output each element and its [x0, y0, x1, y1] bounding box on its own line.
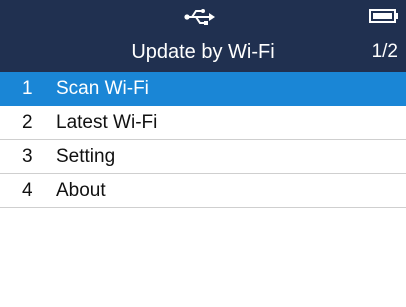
menu-item-label: Scan Wi-Fi [56, 78, 149, 99]
menu-item-number: 3 [22, 146, 33, 167]
menu-item-label: About [56, 180, 106, 201]
menu-item-about[interactable]: 4 About [0, 174, 406, 208]
title-bar: Update by Wi-Fi 1/2 [0, 32, 406, 72]
menu-item-scan-wifi[interactable]: 1 Scan Wi-Fi [0, 72, 406, 106]
menu-item-label: Setting [56, 146, 116, 167]
menu-item-number: 1 [22, 78, 33, 99]
menu-item-label: Latest Wi-Fi [56, 112, 158, 133]
status-bar [0, 0, 406, 32]
menu-item-latest-wifi[interactable]: 2 Latest Wi-Fi [0, 106, 406, 140]
page-indicator: 1/2 [371, 41, 398, 62]
page-title: Update by Wi-Fi [131, 41, 275, 63]
usb-icon [184, 8, 218, 26]
device-screen: Update by Wi-Fi 1/2 1 Scan Wi-Fi 2 Lates… [0, 0, 406, 307]
menu-item-number: 4 [22, 180, 33, 201]
menu-item-setting[interactable]: 3 Setting [0, 140, 406, 174]
battery-icon [369, 8, 399, 24]
menu-list: 1 Scan Wi-Fi 2 Latest Wi-Fi 3 Setting 4 … [0, 72, 406, 208]
menu-item-number: 2 [22, 112, 33, 133]
